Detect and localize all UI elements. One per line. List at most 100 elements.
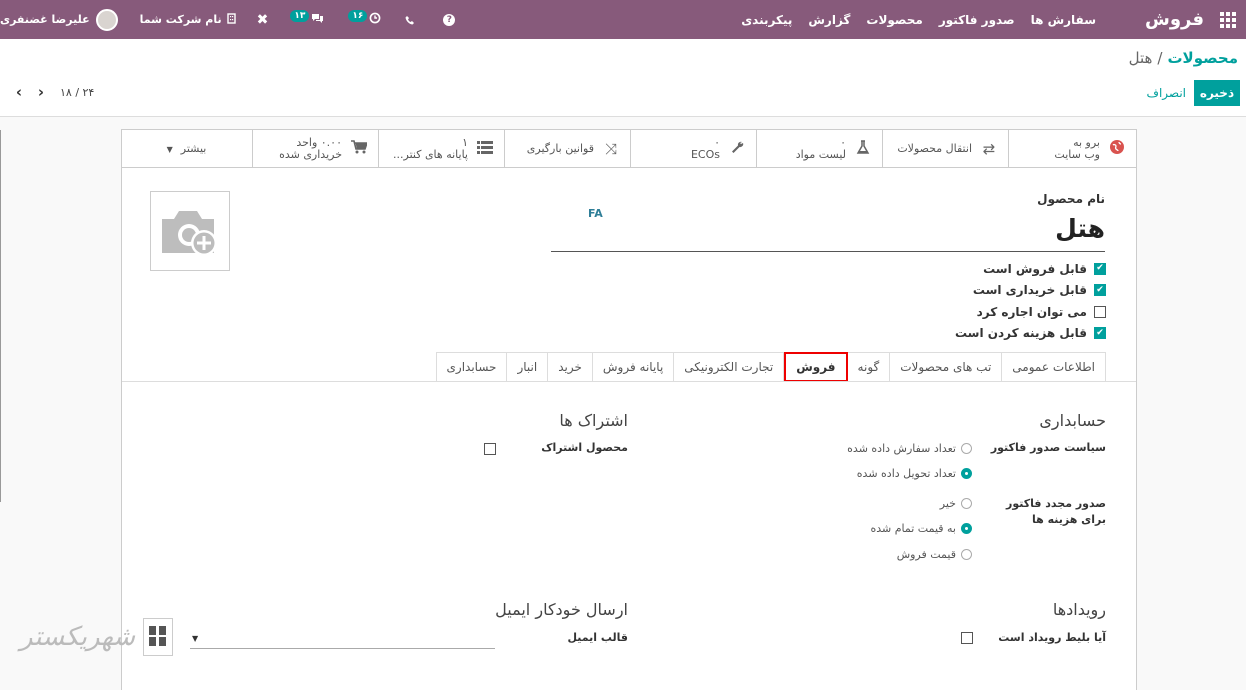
company-name: نام شرکت شما — [139, 13, 222, 26]
pager-next-icon[interactable]: › — [30, 83, 52, 101]
can-be-expensed-checkbox[interactable]: ✔ — [1094, 327, 1106, 340]
email-template-select[interactable] — [190, 648, 495, 649]
tab-general-info[interactable]: اطلاعات عمومی — [1002, 352, 1106, 382]
help-icon[interactable]: ? — [443, 13, 456, 26]
invoice-delivered-radio[interactable] — [961, 468, 972, 479]
messages-badge: ۱۳ — [290, 9, 310, 22]
reinvoice-no-radio[interactable] — [961, 498, 972, 509]
pos-button[interactable]: ۱ پایانه های کنتر... — [378, 130, 504, 168]
tab-product-tabs[interactable]: تب های محصولات — [890, 352, 1003, 382]
can-be-expensed-row[interactable]: ✔ قابل هزینه کردن است — [955, 323, 1106, 345]
can-be-purchased-label: قابل خریداری است — [972, 283, 1087, 298]
can-be-sold-label: قابل فروش است — [983, 261, 1087, 276]
building-icon — [226, 12, 237, 27]
ecos-text: ECOs — [690, 148, 720, 161]
tab-point-of-sale[interactable]: پایانه فروش — [592, 352, 675, 382]
tab-ecommerce[interactable]: تجارت الکترونیکی — [674, 352, 785, 382]
activities-badge: ۱۶ — [348, 9, 368, 22]
user-name: علیرضا غضنفری — [0, 13, 90, 26]
bom-text: لیست مواد — [795, 148, 846, 161]
menu-configuration[interactable]: پیکربندی — [741, 13, 792, 27]
notebook-tabs: اطلاعات عمومی تب های محصولات گونه فروش ت… — [435, 352, 1106, 382]
exchange-icon: ⇄ — [982, 140, 996, 158]
save-button[interactable]: ذخیره — [1194, 80, 1240, 106]
can-be-rented-row[interactable]: می توان اجاره کرد — [955, 301, 1106, 323]
subscription-product-checkbox[interactable] — [484, 443, 496, 455]
company-switcher[interactable]: نام شرکت شما — [139, 12, 237, 27]
purchased-label: ۰.۰۰ واحد خریداری شده — [279, 137, 342, 161]
pager-prev-icon[interactable]: ‹ — [8, 83, 30, 101]
flask-icon — [852, 139, 874, 159]
can-be-sold-checkbox[interactable]: ✔ — [1094, 262, 1106, 275]
event-ticket-label: آیا بلیط رویداد است — [998, 631, 1106, 644]
more-label: بیشتر — [180, 142, 207, 155]
reinvoice-cost-option[interactable]: به قیمت تمام شده — [870, 522, 972, 535]
tab-purchase[interactable]: خرید — [548, 352, 593, 382]
apps-menu-icon[interactable] — [1220, 0, 1236, 39]
tab-inventory[interactable]: انبار — [507, 352, 549, 382]
website-button[interactable]: برو به وب سایت — [1008, 130, 1136, 168]
reinvoice-sales-price-option[interactable]: قیمت فروش — [897, 548, 972, 561]
can-be-sold-row[interactable]: ✔ قابل فروش است — [955, 258, 1106, 280]
messages-menu[interactable]: ۱۳ — [290, 9, 324, 27]
clock-icon — [369, 12, 381, 27]
can-be-rented-label: می توان اجاره کرد — [976, 304, 1087, 319]
putaway-rules-button[interactable]: ⤨ قوانین بارگیری — [504, 130, 630, 168]
purchased-text: خریداری شده — [279, 148, 342, 161]
watermark-logo-icon — [143, 618, 174, 656]
product-moves-label: انتقال محصولات — [897, 142, 972, 155]
tab-variants[interactable]: گونه — [847, 352, 891, 382]
can-be-purchased-row[interactable]: ✔ قابل خریداری است — [955, 280, 1106, 302]
invoice-delivered-option[interactable]: تعداد تحویل داده شده — [857, 467, 972, 480]
cart-icon — [348, 140, 370, 158]
website-label: برو به وب سایت — [1054, 137, 1100, 161]
watermark: شهریکستر — [20, 618, 174, 656]
accounting-section-title: حسابداری — [1039, 411, 1106, 430]
reinvoice-expenses-label: صدور مجدد فاکتور برای هزینه ها — [1006, 497, 1106, 526]
ecos-button[interactable]: ۰ ECOs — [630, 130, 756, 168]
tab-accounting[interactable]: حسابداری — [435, 352, 508, 382]
reinvoice-cost-radio[interactable] — [961, 523, 972, 534]
breadcrumb-parent[interactable]: محصولات — [1167, 49, 1238, 67]
tab-sales[interactable]: فروش — [784, 352, 848, 382]
menu-orders[interactable]: سفارش ها — [1031, 13, 1096, 27]
invoice-ordered-option[interactable]: تعداد سفارش داده شده — [847, 442, 972, 455]
caret-down-icon: ▼ — [166, 144, 173, 154]
reinvoice-sales-price-radio[interactable] — [961, 549, 972, 560]
can-be-purchased-checkbox[interactable]: ✔ — [1094, 284, 1106, 297]
menu-products[interactable]: محصولات — [866, 13, 922, 27]
product-name-label: نام محصول — [1037, 192, 1105, 206]
product-name-input[interactable]: هتل — [551, 211, 1105, 252]
product-flags: ✔ قابل فروش است ✔ قابل خریداری است می تو… — [955, 258, 1106, 344]
menu-invoicing[interactable]: صدور فاکتور — [939, 13, 1015, 27]
avatar — [95, 8, 118, 31]
reinvoice-no-option[interactable]: خیر — [940, 497, 972, 510]
discard-button[interactable]: انصراف — [1147, 80, 1186, 106]
website-line2: وب سایت — [1054, 148, 1100, 161]
phone-icon[interactable] — [405, 15, 415, 25]
debug-tools-icon[interactable]: ✖ — [257, 12, 269, 28]
email-template-caret-icon[interactable]: ▼ — [192, 634, 198, 643]
pos-label: ۱ پایانه های کنتر... — [393, 137, 468, 161]
breadcrumb: محصولات/هتل — [1129, 49, 1238, 67]
app-brand[interactable]: فروش — [1145, 0, 1204, 39]
pager-value[interactable]: ۱۸ / ۲۴ — [60, 86, 94, 99]
left-divider — [0, 130, 1, 502]
menu-reporting[interactable]: گزارش — [808, 13, 850, 27]
top-navbar: فروش سفارش ها صدور فاکتور محصولات گزارش … — [0, 0, 1246, 39]
event-ticket-checkbox[interactable] — [961, 632, 973, 644]
user-menu[interactable]: علیرضا غضنفری — [0, 8, 118, 31]
product-image[interactable] — [150, 191, 230, 271]
can-be-rented-checkbox[interactable] — [1094, 305, 1106, 318]
more-button[interactable]: بیشتر ▼ — [121, 130, 252, 168]
form-sheet: برو به وب سایت ⇄ انتقال محصولات ۰ لیست م… — [121, 129, 1137, 690]
systray: علیرضا غضنفری نام شرکت شما ✖ ۱۳ ۱۶ ? — [0, 0, 463, 39]
activities-menu[interactable]: ۱۶ — [348, 9, 381, 27]
bom-button[interactable]: ۰ لیست مواد — [756, 130, 882, 168]
purchased-button[interactable]: ۰.۰۰ واحد خریداری شده — [252, 130, 378, 168]
tabs-divider — [122, 381, 1136, 382]
product-moves-button[interactable]: ⇄ انتقال محصولات — [882, 130, 1008, 168]
pager: ‹ › ۱۸ / ۲۴ — [8, 83, 94, 101]
invoice-ordered-radio[interactable] — [961, 443, 972, 454]
subscription-product-label: محصول اشتراک — [541, 441, 628, 454]
